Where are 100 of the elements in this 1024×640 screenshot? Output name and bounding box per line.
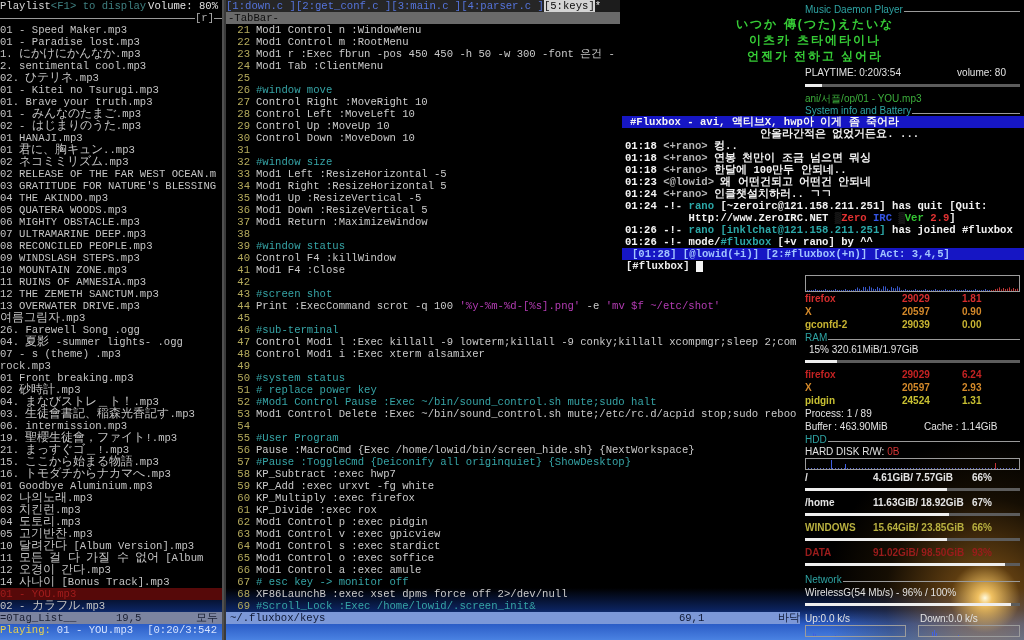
editor-tab[interactable]: [2:get_conf.c ]: [295, 0, 392, 12]
playlist-item[interactable]: 16. トモダチからナカマへ.mp3: [0, 468, 222, 480]
playlist-item[interactable]: 여름그림자.mp3: [0, 312, 222, 324]
playlist-item[interactable]: 03. 生徒會書記、稲森光香記す.mp3: [0, 408, 222, 420]
line-number: 62: [236, 516, 251, 528]
line-number: 69: [236, 600, 251, 612]
line-number: 40: [236, 252, 251, 264]
playlist-item[interactable]: 02 나의노래.mp3: [0, 492, 222, 504]
playlist-item[interactable]: 01 Front breaking.mp3: [0, 372, 222, 384]
disk-percent: 93%: [972, 546, 992, 559]
playlist-item[interactable]: 03 치킨런.mp3: [0, 504, 222, 516]
timestamp: 01:18: [625, 140, 657, 152]
line-number: 25: [236, 72, 251, 84]
text-cursor-icon: [695, 260, 703, 272]
playlist-item[interactable]: 01 Goodbye Aluminium.mp3: [0, 480, 222, 492]
cursor-position: 69,1: [678, 612, 706, 624]
process-id: 29029: [902, 292, 931, 305]
playlist-item[interactable]: 10 MOUNTAIN ZONE.mp3: [0, 264, 222, 276]
code-line: Control Down :MoveDown 10: [256, 132, 415, 144]
chat-message: <@lowid> 왜 어떤건되고 어떤건 안되네: [663, 176, 872, 188]
playlist-item[interactable]: 02. ひテリネ.mp3: [0, 72, 222, 84]
playlist-item[interactable]: 09 WINDSLASH STEPS.mp3: [0, 252, 222, 264]
playlist-item[interactable]: 01 君に、胸キュン..mp3: [0, 144, 222, 156]
lyric-line: いつか 傳(つた)えたいな: [736, 16, 894, 32]
playlist-item[interactable]: 04 도토리.mp3: [0, 516, 222, 528]
playlist-item[interactable]: 15. ここから始まる物語.mp3: [0, 456, 222, 468]
lyric-line: 이츠카 츠타에타이나: [749, 32, 881, 48]
code-line: #Scroll_Lock :Exec /home/lowid/.screen_init&: [256, 600, 536, 612]
timestamp: 01:23: [625, 176, 657, 188]
playlist-title: Playlist: [0, 0, 51, 12]
playlist-item[interactable]: 06 MIGHTY OBSTACLE.mp3: [0, 216, 222, 228]
code-line: Control Right :MoveRight 10: [256, 96, 428, 108]
playlist-item[interactable]: 2. sentimental cool.mp3: [0, 60, 222, 72]
code-line: XF86LaunchB :exec xset dpms force off 2>/dev/null: [256, 588, 568, 600]
playlist-item[interactable]: 10 달려간다 [Album Version].mp3: [0, 540, 222, 552]
line-number: 41: [236, 264, 251, 276]
code-line: Mod1 Left :ResizeHorizontal -5: [256, 168, 447, 180]
playlist-item[interactable]: 04. 夏影 -summer lights- .ogg: [0, 336, 222, 348]
line-number: 26: [236, 84, 251, 96]
playlist-item[interactable]: 05 QUATERA WOODS.mp3: [0, 204, 222, 216]
playlist-item[interactable]: 01 HANAJI.mp3: [0, 132, 222, 144]
line-number: 33: [236, 168, 251, 180]
playlist-item[interactable]: 04 THE AKINDO.mp3: [0, 192, 222, 204]
playlist-item[interactable]: rock.mp3: [0, 360, 222, 372]
playlist-item[interactable]: 08 RECONCILED PEOPLE.mp3: [0, 240, 222, 252]
code-line: Control Up :MoveUp 10: [256, 120, 390, 132]
playlist-item[interactable]: 07 - s (theme) .mp3: [0, 348, 222, 360]
code-line: #window status: [256, 240, 345, 252]
playlist-item[interactable]: 01 - Kitei no Tsurugi.mp3: [0, 84, 222, 96]
line-number: 23: [236, 48, 251, 60]
code-line: Mod1 Control a :exec amule: [256, 564, 422, 576]
editor-tab[interactable]: [4:parser.c ]: [461, 0, 544, 12]
playlist-item[interactable]: 12 THE ZEMETH SANCTUM.mp3: [0, 288, 222, 300]
repeat-indicator: [r]: [194, 12, 214, 24]
track-path: ani/서플/op/01 - YOU.mp3: [805, 92, 923, 105]
playlist-item[interactable]: 04. まなびストレ＿ト！.mp3: [0, 396, 222, 408]
process-id: 20597: [902, 305, 931, 318]
playlist-item[interactable]: 02 ネコミミリズム.mp3: [0, 156, 222, 168]
playlist-item[interactable]: 01 - みんなのたまご.mp3: [0, 108, 222, 120]
playlist-item[interactable]: 07 ULTRAMARINE DEEP.mp3: [0, 228, 222, 240]
playlist-item[interactable]: 02 RELEASE OF THE FAR WEST OCEAN.m: [0, 168, 222, 180]
tabbar-title: -TabBar-: [228, 12, 279, 24]
playlist-item[interactable]: 14 사나이 [Bonus Track].mp3: [0, 576, 222, 588]
editor-tab[interactable]: [5:keys]: [543, 0, 595, 12]
playlist-item[interactable]: 01. Brave your truth.mp3: [0, 96, 222, 108]
playlist-item[interactable]: 11 RUINS OF AMNESIA.mp3: [0, 276, 222, 288]
playlist-item[interactable]: 26. Farewell Song .ogg: [0, 324, 222, 336]
playlist-item[interactable]: 1. にかけにかんなか.mp3: [0, 48, 222, 60]
process-id: 29039: [902, 318, 931, 331]
line-number: 30: [236, 132, 251, 144]
line-number: 60: [236, 492, 251, 504]
playlist-item[interactable]: 19. 聖櫻生徒會，ファイト!.mp3: [0, 432, 222, 444]
playlist-item[interactable]: 01 - Paradise lost.mp3: [0, 36, 222, 48]
chat-message: -!- rano [~zeroirc@121.158.211.251] has quit [Quit:: [663, 200, 988, 212]
playlist-item[interactable]: 11 모든 걸 다 가질 수 없어 [Album: [0, 552, 222, 564]
code-line: Mod1 Control o :exec soffice: [256, 552, 434, 564]
process-load: 6.24: [962, 368, 982, 381]
section-header: Music Daemon Player: [805, 2, 903, 16]
playlist-item[interactable]: 02 - カラフル.mp3: [0, 600, 222, 612]
playlist-item[interactable]: 01 - Speed Maker.mp3: [0, 24, 222, 36]
process-name: gconfd-2: [805, 318, 849, 331]
playlist-item[interactable]: 21. まっすぐゴ＿!.mp3: [0, 444, 222, 456]
playlist-item[interactable]: 05 고기반찬.mp3: [0, 528, 222, 540]
process-load: 0.00: [962, 318, 982, 331]
playlist-item[interactable]: 06. intermission.mp3: [0, 420, 222, 432]
playlist-item[interactable]: 13 OVERWATER DRIVE.mp3: [0, 300, 222, 312]
code-line: Mod1 Control Delete :Exec ~/bin/sound_control.sh mute;/etc/rc.d/acpid stop;sudo reboo: [256, 408, 797, 420]
playlist-item[interactable]: 03 GRATITUDE FOR NATURE'S BLESSING: [0, 180, 222, 192]
process-name: pidgin: [805, 394, 836, 407]
now-playing-label: Playing:: [0, 624, 51, 636]
line-number: 50: [236, 372, 251, 384]
now-playing-time: [0:20/3:542: [147, 624, 218, 636]
code-line: Control Mod1 l :Exec killall -9 lowterm;killall -9 conky;killall xcompmgr;sleep 2;com: [256, 336, 797, 348]
line-number: 58: [236, 468, 251, 480]
editor-tab[interactable]: [3:main.c ]: [391, 0, 462, 12]
playlist-item[interactable]: 12 오경이 간다.mp3: [0, 564, 222, 576]
editor-tab[interactable]: [1:down.c ]: [226, 0, 296, 12]
playlist-item[interactable]: 02 砂時計.mp3: [0, 384, 222, 396]
playlist-item[interactable]: 02 - はじまりのうた.mp3: [0, 120, 222, 132]
line-number: 53: [236, 408, 251, 420]
